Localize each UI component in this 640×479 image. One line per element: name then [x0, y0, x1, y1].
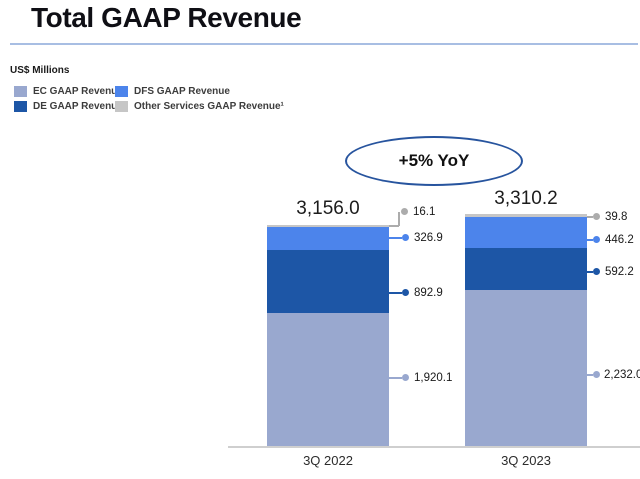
callout-dot-ec-3q2023: [593, 371, 600, 378]
callout-dot-other-3q2022: [401, 208, 408, 215]
callout-value-other-3q2023: 39.8: [605, 211, 628, 223]
revenue-slide: Total GAAP Revenue US$ Millions EC GAAP …: [0, 0, 640, 479]
callout-value-ec-3q2023: 2,232.0: [604, 369, 640, 381]
legend-label-dfs: DFS GAAP Revenue: [134, 86, 230, 97]
total-3q2023: 3,310.2: [494, 188, 558, 209]
x-axis-line: [228, 446, 640, 448]
callout-riser-other-3q2022: [398, 212, 400, 226]
callout-dot-ec-3q2022: [402, 374, 409, 381]
callout-value-ec-3q2022: 1,920.1: [414, 372, 453, 384]
segment-de-3q2023: [465, 248, 587, 290]
callout-line-de-3q2022: [389, 292, 402, 294]
callout-value-de-3q2023: 592.2: [605, 266, 634, 278]
page-title: Total GAAP Revenue: [31, 2, 302, 33]
callout-dot-dfs-3q2023: [593, 236, 600, 243]
legend-item-dfs: DFS GAAP Revenue: [115, 86, 230, 97]
callout-dot-de-3q2022: [402, 289, 409, 296]
segment-ec-3q2022: [267, 313, 389, 447]
legend-item-de: DE GAAP Revenue: [14, 101, 123, 112]
callout-value-dfs-3q2022: 326.9: [414, 232, 443, 244]
callout-line-dfs-3q2022: [389, 237, 402, 239]
category-label-3q2023: 3Q 2023: [501, 453, 551, 468]
callout-line-ec-3q2022: [389, 377, 402, 379]
callout-value-dfs-3q2023: 446.2: [605, 234, 634, 246]
segment-ec-3q2023: [465, 290, 587, 447]
total-3q2022: 3,156.0: [296, 198, 360, 219]
segment-dfs-3q2022: [267, 227, 389, 250]
category-label-3q2022: 3Q 2022: [303, 453, 353, 468]
yoy-label: +5% YoY: [398, 151, 470, 170]
callout-value-de-3q2022: 892.9: [414, 287, 443, 299]
segment-dfs-3q2023: [465, 217, 587, 248]
legend-swatch-de: [14, 101, 27, 112]
legend-item-ec: EC GAAP Revenue: [14, 86, 123, 97]
yoy-badge: +5% YoY: [345, 136, 523, 186]
callout-dot-other-3q2023: [593, 213, 600, 220]
legend-item-other: Other Services GAAP Revenue¹: [115, 101, 284, 112]
units-label: US$ Millions: [10, 65, 70, 76]
header-divider: [10, 43, 638, 45]
callout-dot-dfs-3q2022: [402, 234, 409, 241]
segment-de-3q2022: [267, 250, 389, 313]
legend-swatch-ec: [14, 86, 27, 97]
legend-label-other: Other Services GAAP Revenue¹: [134, 101, 284, 112]
callout-value-other-3q2022: 16.1: [413, 206, 436, 218]
legend-swatch-dfs: [115, 86, 128, 97]
bar-3q2023: [465, 214, 587, 447]
legend-label-de: DE GAAP Revenue: [33, 101, 123, 112]
legend-swatch-other: [115, 101, 128, 112]
bar-3q2022: [267, 225, 389, 447]
legend-label-ec: EC GAAP Revenue: [33, 86, 123, 97]
callout-dot-de-3q2023: [593, 268, 600, 275]
